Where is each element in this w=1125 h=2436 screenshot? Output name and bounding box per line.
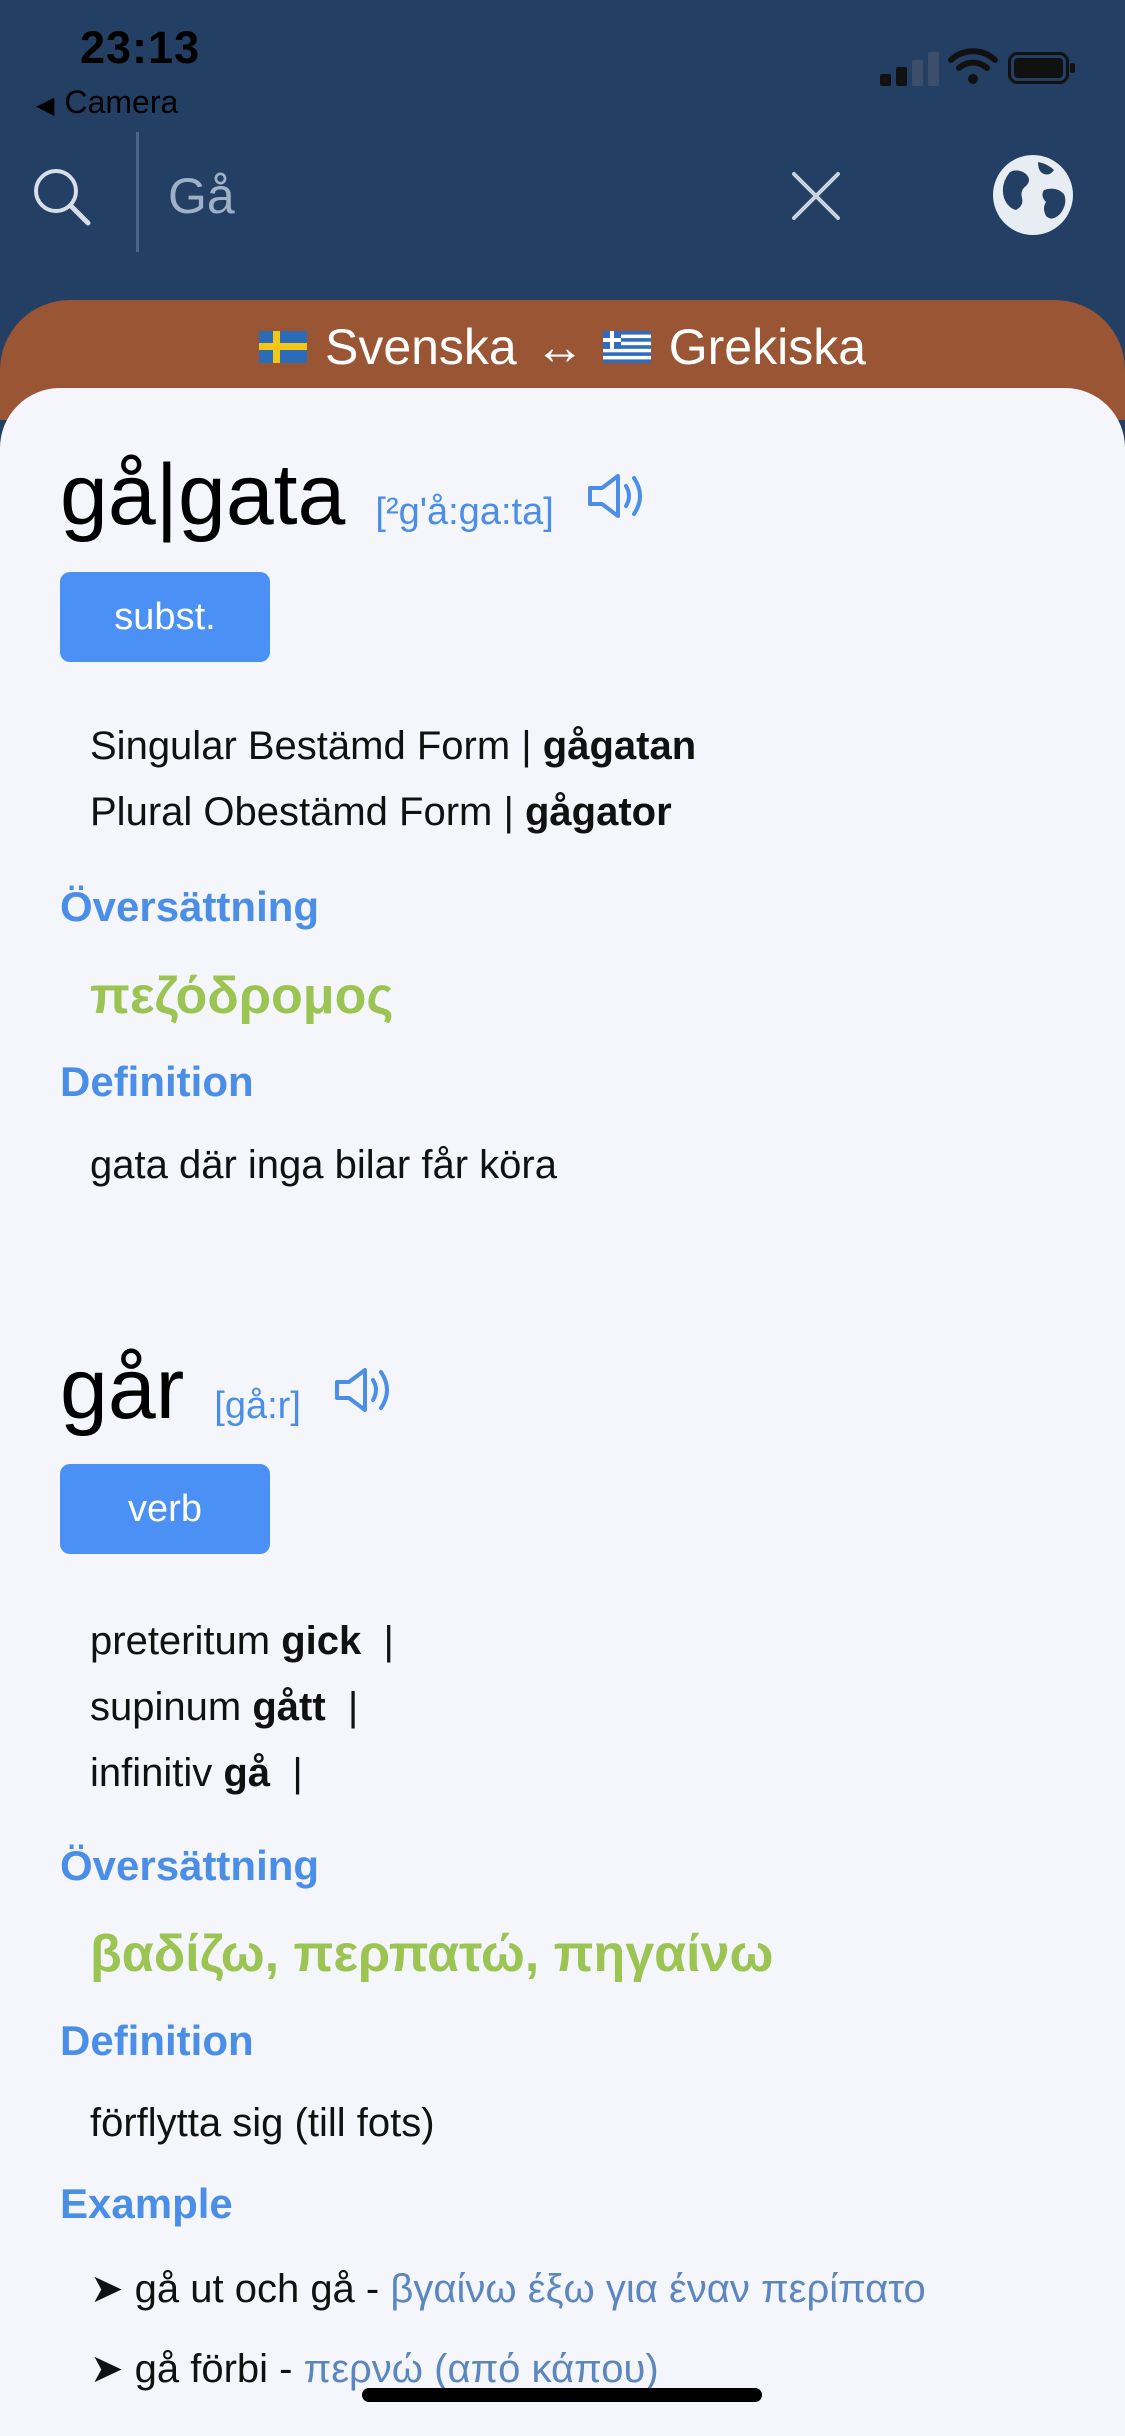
part-of-speech-badge[interactable]: subst.: [60, 572, 270, 662]
results-card: gå|gata [²g'å:ga:ta] subst. Singular Bes…: [0, 388, 1125, 2436]
example-translation[interactable]: περνώ (από κάπου): [304, 2347, 659, 2391]
back-label: Camera: [64, 84, 179, 120]
search-icon[interactable]: [30, 165, 94, 229]
example-heading: Example: [60, 2180, 233, 2227]
form-row: supinum gått |: [90, 1685, 359, 1729]
translation-heading: Översättning: [60, 1842, 320, 1889]
headword-row: gå|gata [²g'å:ga:ta]: [60, 446, 648, 545]
battery-icon: [1008, 52, 1075, 84]
speaker-icon[interactable]: [584, 470, 648, 522]
definition-text: förflytta sig (till fots): [90, 2101, 435, 2145]
source-language: Svenska: [324, 319, 517, 375]
speaker-icon[interactable]: [331, 1364, 395, 1416]
definition-text: gata där inga bilar får köra: [90, 1143, 557, 1187]
search-input[interactable]: [166, 160, 730, 232]
globe-icon[interactable]: [988, 150, 1078, 240]
form-row: preteritum gick |: [90, 1619, 394, 1663]
inflection-forms: preteritum gick | supinum gått | infinit…: [90, 1608, 394, 1806]
example-item: ➤ gå förbi - περνώ (από κάπου): [90, 2347, 659, 2391]
translation-heading: Översättning: [60, 883, 320, 930]
sweden-flag-icon: [258, 331, 307, 363]
form-row: Singular Bestämd Form | gågatan: [90, 724, 697, 768]
target-language: Grekiska: [668, 319, 867, 375]
clear-icon[interactable]: [790, 170, 842, 222]
example-item: ➤ gå ut och gå - βγαίνω έξω για έναν περ…: [90, 2267, 926, 2311]
status-bar: 23:13 ◀ Camera: [0, 0, 1125, 120]
back-to-camera-link[interactable]: ◀ Camera: [36, 84, 178, 121]
headword: gå|gata: [60, 447, 346, 543]
form-row: Plural Obestämd Form | gågator: [90, 790, 672, 834]
example-translation[interactable]: βγαίνω έξω για έναν περίπατο: [390, 2267, 925, 2311]
translation-text: βαδίζω, περπατώ, πηγαίνω: [90, 1925, 774, 1983]
greece-flag-icon: [602, 331, 651, 363]
swap-languages-icon[interactable]: ↔: [535, 318, 585, 376]
definition-heading: Definition: [60, 1058, 254, 1105]
translation-text: πεζόδρομος: [90, 967, 394, 1025]
headword: går: [60, 1341, 185, 1437]
wifi-icon: [948, 48, 998, 84]
pronunciation: [²g'å:ga:ta]: [375, 491, 554, 533]
status-time: 23:13: [80, 22, 201, 73]
search-bar: [0, 120, 1125, 300]
home-indicator[interactable]: [362, 2388, 762, 2402]
headword-row: går [gå:r]: [60, 1340, 395, 1439]
back-arrow-icon: ◀: [36, 92, 55, 119]
inflection-forms: Singular Bestämd Form | gågatan Plural O…: [90, 713, 696, 845]
cellular-signal-icon: [880, 50, 950, 86]
search-divider: [136, 132, 139, 252]
definition-heading: Definition: [60, 2017, 254, 2064]
part-of-speech-badge[interactable]: verb: [60, 1464, 270, 1554]
pronunciation: [gå:r]: [214, 1385, 301, 1427]
form-row: infinitiv gå |: [90, 1751, 303, 1795]
